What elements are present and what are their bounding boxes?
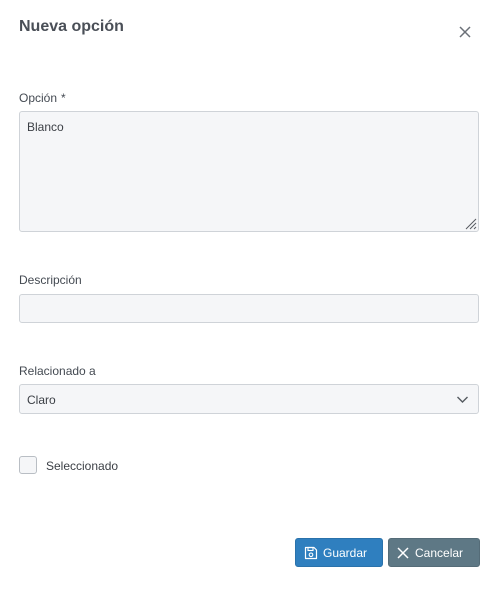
save-icon [304, 546, 318, 559]
cancel-button[interactable]: Cancelar [388, 538, 480, 567]
related-select-value: Claro [27, 393, 56, 407]
selected-checkbox[interactable] [19, 456, 37, 474]
save-button[interactable]: Guardar [295, 538, 383, 567]
cancel-button-label: Cancelar [415, 545, 464, 560]
close-icon [459, 26, 471, 38]
related-label: Relacionado a [19, 364, 96, 378]
description-label: Descripción [19, 273, 82, 287]
chevron-down-icon [457, 396, 468, 403]
related-select[interactable]: Claro [19, 384, 479, 414]
option-textarea[interactable]: Blanco [19, 111, 479, 232]
dialog-title: Nueva opción [19, 18, 124, 35]
option-label: Opción * [19, 91, 66, 105]
close-button[interactable] [456, 23, 474, 41]
close-icon [397, 546, 409, 559]
description-input[interactable] [19, 294, 479, 323]
save-button-label: Guardar [323, 545, 368, 560]
selected-checkbox-label[interactable]: Seleccionado [46, 459, 118, 473]
option-label-text: Opción [19, 91, 58, 105]
required-marker: * [61, 91, 66, 105]
resize-grip-icon[interactable] [463, 216, 477, 230]
new-option-dialog: Nueva opción Opción * Blanco Descripción … [0, 0, 499, 606]
option-textarea-value: Blanco [27, 120, 64, 134]
